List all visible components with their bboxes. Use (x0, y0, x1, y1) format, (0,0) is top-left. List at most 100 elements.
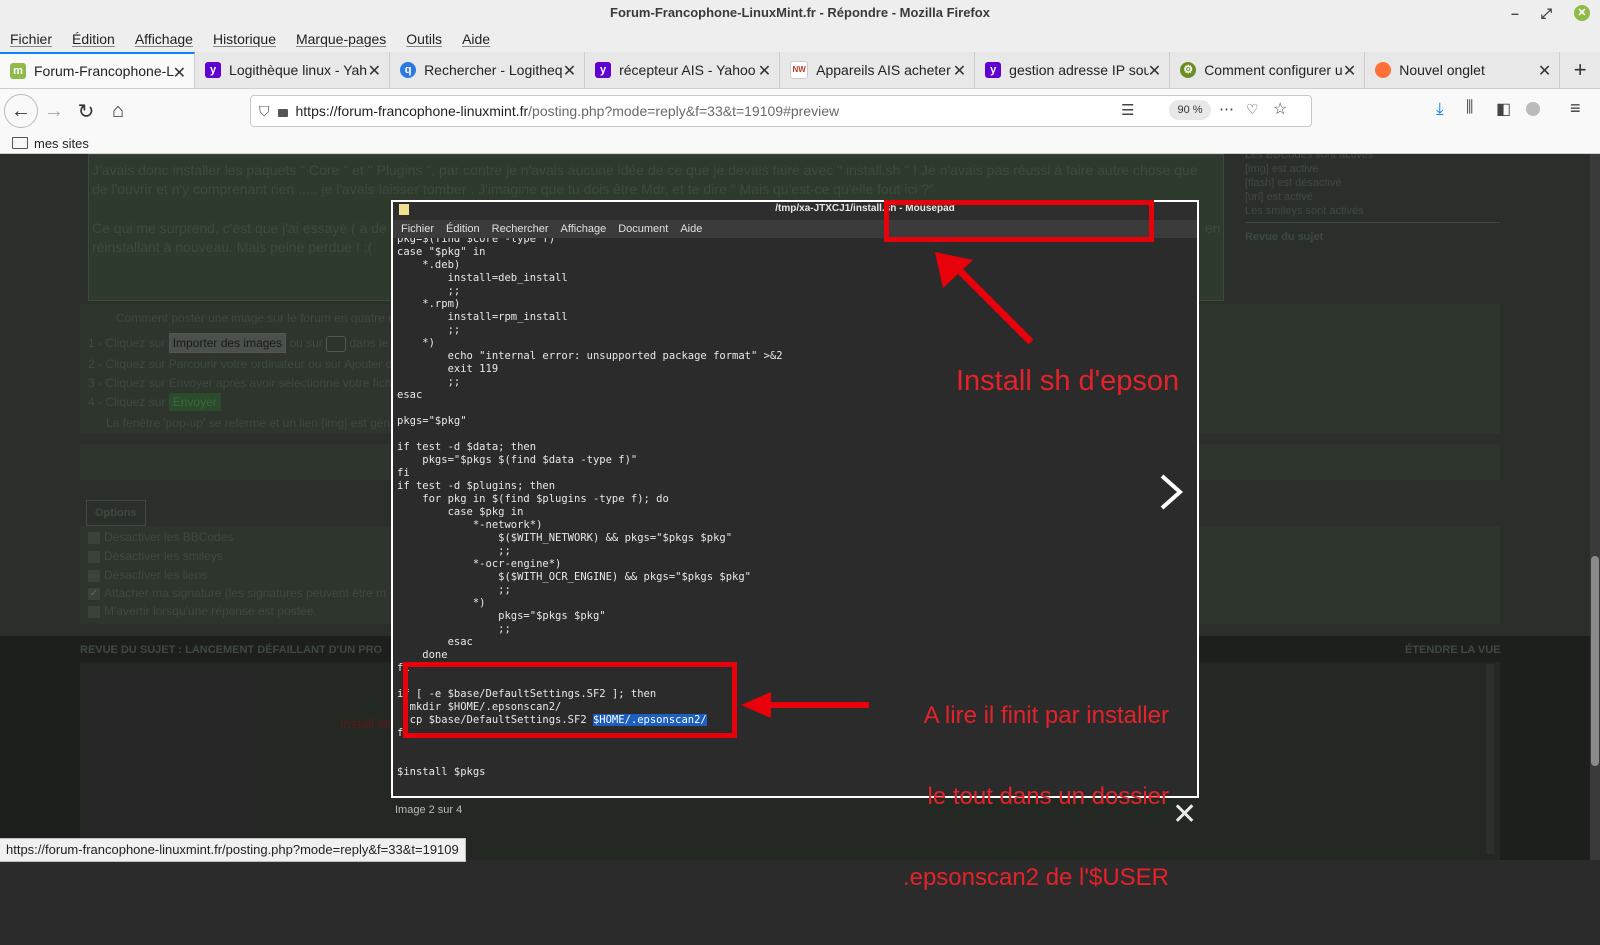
revue-scrollbar[interactable] (1486, 664, 1494, 854)
page-scrollbar-thumb[interactable] (1591, 556, 1599, 766)
window-controls: – ⤢ ✕ (1511, 0, 1590, 26)
lightbox-next-button[interactable] (1156, 472, 1186, 512)
revue-header: REVUE DU SUJET : LANCEMENT DÉFAILLANT D'… (80, 644, 383, 656)
search-icon: q (400, 62, 417, 78)
menu-historique[interactable]: Historique (213, 31, 276, 47)
option-bbcodes[interactable]: Désactiver les BBCodes (88, 530, 233, 544)
step-2: 2 - Cliquez sur Parcourir votre ordinate… (88, 357, 393, 371)
send-button[interactable]: Envoyer (168, 393, 221, 411)
annotation-explanation: A lire il finit par installer le tout da… (879, 648, 1169, 945)
or-on-text: ou sur (289, 336, 323, 351)
hamburger-menu-icon[interactable]: ≡ (1570, 98, 1581, 119)
step-3: 3 - Cliquez sur Envoyer après avoir séle… (88, 376, 392, 390)
post-text-3: Ce qui me surprend, c'est que j'ai essay… (92, 220, 387, 236)
new-tab-button[interactable]: + (1560, 52, 1600, 88)
checkbox[interactable] (88, 531, 100, 544)
tab-nouvel-onglet[interactable]: Nouvel onglet ✕ (1365, 52, 1561, 88)
option-liens[interactable]: Désactiver les liens (88, 568, 207, 582)
sidebar-icon[interactable]: ◧ (1496, 99, 1511, 119)
menu-edition[interactable]: Édition (72, 31, 115, 47)
forward-button[interactable]: → (38, 95, 70, 127)
reload-button[interactable]: ↻ (70, 95, 102, 127)
lock-icon[interactable] (277, 109, 288, 117)
close-tab-icon[interactable]: ✕ (953, 61, 966, 81)
red-arrow-left (741, 692, 869, 718)
mp-menu-affichage: Affichage (560, 223, 607, 235)
mp-menu-aide: Aide (680, 223, 703, 235)
close-tab-icon[interactable]: ✕ (1343, 61, 1356, 81)
checked-checkbox[interactable]: ✓ (88, 587, 100, 600)
step-1-text: 1 - Cliquez sur (88, 336, 166, 351)
mp-menu-fichier: Fichier (401, 223, 435, 235)
bookmark-star-icon[interactable]: ☆ (1273, 99, 1287, 119)
camera-icon[interactable] (326, 336, 347, 352)
tab-gestion-ip[interactable]: y gestion adresse IP sou ✕ (975, 52, 1171, 88)
checkbox[interactable] (88, 605, 100, 618)
checkbox[interactable] (88, 550, 100, 563)
back-button[interactable]: ← (4, 94, 38, 128)
howto-title: Comment poster une image sur le forum en… (116, 311, 395, 325)
address-bar[interactable]: ⛉ https://forum-francophone-linuxmint.fr… (250, 95, 1312, 127)
info-sidebar: Les BBCodes sont activés [img] est activ… (1245, 154, 1500, 243)
tab-rechercher[interactable]: q Rechercher - Logitheq ✕ (390, 52, 586, 88)
tab-appareils-ais[interactable]: NW Appareils AIS acheter ✕ (780, 52, 976, 88)
chevron-right-icon (1160, 474, 1184, 510)
zoom-level[interactable]: 90 % (1169, 100, 1211, 120)
reload-icon: ↻ (77, 100, 95, 123)
tab-label: Appareils AIS acheter (816, 62, 951, 78)
account-icon[interactable] (1526, 102, 1540, 116)
menu-fichier[interactable]: Fichier (10, 31, 52, 47)
option-signature[interactable]: ✓ Attacher ma signature (les signatures p… (88, 586, 386, 600)
tab-label: Comment configurer u (1204, 62, 1343, 78)
home-button[interactable]: ⌂ (102, 95, 134, 127)
post-text-1: J'avais donc installer les paquets " Cor… (92, 162, 1198, 178)
annotation-line-2: le tout dans un dossier (927, 783, 1170, 810)
sidebar-img: [img] est activé (1245, 163, 1319, 175)
tab-forum[interactable]: m Forum-Francophone-Li ✕ (0, 52, 196, 88)
option-label: Désactiver les BBCodes (104, 530, 234, 544)
menu-aide[interactable]: Aide (462, 31, 490, 47)
page-actions-icon[interactable]: ⋯ (1219, 100, 1234, 118)
red-arrow-up (935, 252, 1034, 345)
shield-icon[interactable]: ⛉ (259, 103, 270, 120)
linuxmint-icon: m (10, 63, 26, 79)
revue-du-sujet-link[interactable]: Revue du sujet (1245, 231, 1500, 243)
mp-menu-edition: Édition (446, 223, 480, 235)
import-images-button[interactable]: Importer des images (168, 333, 287, 354)
library-icon[interactable]: ⫼ (1466, 99, 1473, 117)
menu-marque-pages[interactable]: Marque-pages (296, 31, 386, 47)
checkbox[interactable] (88, 569, 100, 582)
lightbox-caption: Image 2 sur 4 (395, 804, 463, 816)
downloads-icon[interactable]: ⤓ (1436, 99, 1444, 119)
step-4: 4 - Cliquez sur Envoyer (88, 393, 221, 411)
annotation-line-3: .epsonscan2 de l'$USER (902, 864, 1169, 891)
folder-icon (12, 137, 28, 149)
bookmark-folder-mes-sites[interactable]: mes sites (34, 136, 89, 151)
close-tab-icon[interactable]: ✕ (758, 61, 771, 81)
tab-logitheque[interactable]: y Logithèque linux - Yah ✕ (195, 52, 391, 88)
popup-note: La fenêtre 'pop-up' se referme et un lie… (106, 416, 391, 430)
bookmarks-toolbar: mes sites (0, 133, 1600, 154)
tab-recepteur-ais[interactable]: y récepteur AIS - Yahoo ✕ (585, 52, 781, 88)
maximize-button[interactable]: ⤢ (1541, 0, 1552, 26)
mp-menu-document: Document (618, 223, 669, 235)
option-smileys[interactable]: Désactiver les smileys (88, 549, 223, 563)
reader-view-icon[interactable]: ☰ (1121, 101, 1134, 119)
gear-icon: ⚙ (1180, 62, 1197, 78)
tab-options[interactable]: Options (86, 500, 146, 526)
close-tab-icon[interactable]: ✕ (1538, 61, 1551, 81)
expand-view-link[interactable]: ÉTENDRE LA VUE (1405, 644, 1501, 656)
close-tab-icon[interactable]: ✕ (563, 61, 576, 81)
menu-outils[interactable]: Outils (406, 31, 442, 47)
lightbox-close-button[interactable]: ✕ (1172, 800, 1197, 830)
minimize-button[interactable]: – (1511, 0, 1519, 26)
close-tab-icon[interactable]: ✕ (368, 61, 381, 81)
close-tab-icon[interactable]: ✕ (173, 63, 186, 83)
pocket-icon[interactable]: ♡ (1246, 101, 1259, 118)
tab-comment-configurer[interactable]: ⚙ Comment configurer u ✕ (1170, 52, 1366, 88)
menu-affichage[interactable]: Affichage (135, 31, 193, 47)
sidebar-smileys: Les smileys sont activés (1245, 204, 1500, 223)
close-tab-icon[interactable]: ✕ (1148, 61, 1161, 81)
option-notify[interactable]: M'avertir lorsqu'une réponse est postée. (88, 604, 317, 618)
close-window-button[interactable]: ✕ (1574, 5, 1590, 21)
